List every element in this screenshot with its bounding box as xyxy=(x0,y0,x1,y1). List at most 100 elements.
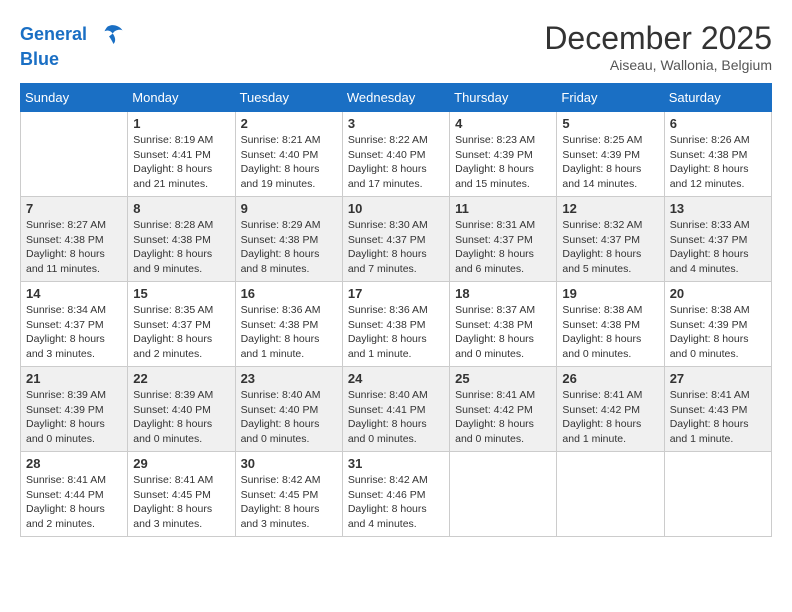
calendar-cell: 31 Sunrise: 8:42 AMSunset: 4:46 PMDayligh… xyxy=(342,452,449,537)
logo-line1: General xyxy=(20,20,124,50)
calendar-cell: 10Sunrise: 8:30 AMSunset: 4:37 PMDayligh… xyxy=(342,197,449,282)
calendar-cell xyxy=(21,112,128,197)
calendar-cell: 11 Sunrise: 8:31 AMSunset: 4:37 PMDayligh… xyxy=(450,197,557,282)
day-number: 17 xyxy=(348,286,444,301)
day-number: 18 xyxy=(455,286,551,301)
day-number: 21 xyxy=(26,371,122,386)
calendar-cell: 17 Sunrise: 8:36 AMSunset: 4:38 PMDayligh… xyxy=(342,282,449,367)
day-info: Sunrise: 8:21 AMSunset: 4:40 PMDaylight:… xyxy=(241,133,337,192)
calendar-cell: 18 Sunrise: 8:37 AMSunset: 4:38 PMDayligh… xyxy=(450,282,557,367)
day-info: Sunrise: 8:38 AMSunset: 4:38 PMDaylight:… xyxy=(562,303,658,362)
weekday-header-saturday: Saturday xyxy=(664,84,771,112)
day-info: Sunrise: 8:37 AMSunset: 4:38 PMDaylight:… xyxy=(455,303,551,362)
day-info: Sunrise: 8:35 AMSunset: 4:37 PMDaylight:… xyxy=(133,303,229,362)
day-number: 30 xyxy=(241,456,337,471)
calendar-cell: 12Sunrise: 8:32 AMSunset: 4:37 PMDayligh… xyxy=(557,197,664,282)
day-number: 1 xyxy=(133,116,229,131)
calendar-cell: 8Sunrise: 8:28 AMSunset: 4:38 PMDaylight… xyxy=(128,197,235,282)
day-info: Sunrise: 8:41 AMSunset: 4:42 PMDaylight:… xyxy=(455,388,551,447)
calendar-week-row: 1 Sunrise: 8:19 AMSunset: 4:41 PMDaylight… xyxy=(21,112,772,197)
day-number: 11 xyxy=(455,201,551,216)
logo-line2: Blue xyxy=(20,50,124,70)
day-info: Sunrise: 8:33 AMSunset: 4:37 PMDaylight:… xyxy=(670,218,766,277)
day-number: 28 xyxy=(26,456,122,471)
page-header: General Blue December 2025 Aiseau, Wallo… xyxy=(20,20,772,73)
calendar-cell: 13 Sunrise: 8:33 AMSunset: 4:37 PMDayligh… xyxy=(664,197,771,282)
day-info: Sunrise: 8:31 AMSunset: 4:37 PMDaylight:… xyxy=(455,218,551,277)
day-info: Sunrise: 8:36 AMSunset: 4:38 PMDaylight:… xyxy=(348,303,444,362)
day-number: 13 xyxy=(670,201,766,216)
calendar-cell: 4Sunrise: 8:23 AMSunset: 4:39 PMDaylight… xyxy=(450,112,557,197)
calendar-cell: 5Sunrise: 8:25 AMSunset: 4:39 PMDaylight… xyxy=(557,112,664,197)
calendar-cell: 29 Sunrise: 8:41 AMSunset: 4:45 PMDayligh… xyxy=(128,452,235,537)
calendar-cell: 6 Sunrise: 8:26 AMSunset: 4:38 PMDaylight… xyxy=(664,112,771,197)
day-info: Sunrise: 8:32 AMSunset: 4:37 PMDaylight:… xyxy=(562,218,658,277)
day-number: 22 xyxy=(133,371,229,386)
calendar-cell xyxy=(664,452,771,537)
day-number: 25 xyxy=(455,371,551,386)
weekday-header-tuesday: Tuesday xyxy=(235,84,342,112)
day-info: Sunrise: 8:42 AMSunset: 4:45 PMDaylight:… xyxy=(241,473,337,532)
day-number: 24 xyxy=(348,371,444,386)
calendar-cell: 21 Sunrise: 8:39 AMSunset: 4:39 PMDayligh… xyxy=(21,367,128,452)
logo: General Blue xyxy=(20,20,124,70)
day-info: Sunrise: 8:22 AMSunset: 4:40 PMDaylight:… xyxy=(348,133,444,192)
weekday-header-thursday: Thursday xyxy=(450,84,557,112)
calendar-cell: 9 Sunrise: 8:29 AMSunset: 4:38 PMDaylight… xyxy=(235,197,342,282)
day-number: 2 xyxy=(241,116,337,131)
calendar-cell: 22 Sunrise: 8:39 AMSunset: 4:40 PMDayligh… xyxy=(128,367,235,452)
calendar-cell: 1 Sunrise: 8:19 AMSunset: 4:41 PMDaylight… xyxy=(128,112,235,197)
day-info: Sunrise: 8:29 AMSunset: 4:38 PMDaylight:… xyxy=(241,218,337,277)
day-info: Sunrise: 8:26 AMSunset: 4:38 PMDaylight:… xyxy=(670,133,766,192)
calendar-cell xyxy=(450,452,557,537)
calendar-cell: 28 Sunrise: 8:41 AMSunset: 4:44 PMDayligh… xyxy=(21,452,128,537)
day-info: Sunrise: 8:41 AMSunset: 4:44 PMDaylight:… xyxy=(26,473,122,532)
day-info: Sunrise: 8:40 AMSunset: 4:41 PMDaylight:… xyxy=(348,388,444,447)
day-number: 26 xyxy=(562,371,658,386)
day-number: 6 xyxy=(670,116,766,131)
calendar-table: SundayMondayTuesdayWednesdayThursdayFrid… xyxy=(20,83,772,537)
day-number: 19 xyxy=(562,286,658,301)
day-number: 20 xyxy=(670,286,766,301)
day-number: 31 xyxy=(348,456,444,471)
day-info: Sunrise: 8:42 AMSunset: 4:46 PMDaylight:… xyxy=(348,473,444,532)
day-number: 4 xyxy=(455,116,551,131)
calendar-cell: 24 Sunrise: 8:40 AMSunset: 4:41 PMDayligh… xyxy=(342,367,449,452)
calendar-cell: 7 Sunrise: 8:27 AMSunset: 4:38 PMDaylight… xyxy=(21,197,128,282)
calendar-cell: 14 Sunrise: 8:34 AMSunset: 4:37 PMDayligh… xyxy=(21,282,128,367)
location: Aiseau, Wallonia, Belgium xyxy=(544,57,772,73)
weekday-header-monday: Monday xyxy=(128,84,235,112)
calendar-cell: 16 Sunrise: 8:36 AMSunset: 4:38 PMDayligh… xyxy=(235,282,342,367)
day-info: Sunrise: 8:28 AMSunset: 4:38 PMDaylight:… xyxy=(133,218,229,277)
weekday-header-friday: Friday xyxy=(557,84,664,112)
day-info: Sunrise: 8:41 AMSunset: 4:43 PMDaylight:… xyxy=(670,388,766,447)
day-info: Sunrise: 8:40 AMSunset: 4:40 PMDaylight:… xyxy=(241,388,337,447)
weekday-header-sunday: Sunday xyxy=(21,84,128,112)
day-number: 7 xyxy=(26,201,122,216)
calendar-cell: 19 Sunrise: 8:38 AMSunset: 4:38 PMDayligh… xyxy=(557,282,664,367)
day-number: 16 xyxy=(241,286,337,301)
day-info: Sunrise: 8:25 AMSunset: 4:39 PMDaylight:… xyxy=(562,133,658,192)
calendar-cell: 27 Sunrise: 8:41 AMSunset: 4:43 PMDayligh… xyxy=(664,367,771,452)
calendar-cell: 20Sunrise: 8:38 AMSunset: 4:39 PMDayligh… xyxy=(664,282,771,367)
day-number: 14 xyxy=(26,286,122,301)
day-number: 27 xyxy=(670,371,766,386)
day-info: Sunrise: 8:41 AMSunset: 4:42 PMDaylight:… xyxy=(562,388,658,447)
day-info: Sunrise: 8:27 AMSunset: 4:38 PMDaylight:… xyxy=(26,218,122,277)
calendar-week-row: 14 Sunrise: 8:34 AMSunset: 4:37 PMDayligh… xyxy=(21,282,772,367)
day-info: Sunrise: 8:39 AMSunset: 4:40 PMDaylight:… xyxy=(133,388,229,447)
day-info: Sunrise: 8:36 AMSunset: 4:38 PMDaylight:… xyxy=(241,303,337,362)
calendar-cell: 26 Sunrise: 8:41 AMSunset: 4:42 PMDayligh… xyxy=(557,367,664,452)
month-title: December 2025 xyxy=(544,20,772,57)
day-info: Sunrise: 8:34 AMSunset: 4:37 PMDaylight:… xyxy=(26,303,122,362)
day-info: Sunrise: 8:39 AMSunset: 4:39 PMDaylight:… xyxy=(26,388,122,447)
day-number: 23 xyxy=(241,371,337,386)
calendar-week-row: 21 Sunrise: 8:39 AMSunset: 4:39 PMDayligh… xyxy=(21,367,772,452)
day-number: 29 xyxy=(133,456,229,471)
day-info: Sunrise: 8:41 AMSunset: 4:45 PMDaylight:… xyxy=(133,473,229,532)
calendar-week-row: 7 Sunrise: 8:27 AMSunset: 4:38 PMDaylight… xyxy=(21,197,772,282)
calendar-cell: 25 Sunrise: 8:41 AMSunset: 4:42 PMDayligh… xyxy=(450,367,557,452)
day-number: 9 xyxy=(241,201,337,216)
day-number: 10 xyxy=(348,201,444,216)
day-info: Sunrise: 8:19 AMSunset: 4:41 PMDaylight:… xyxy=(133,133,229,192)
